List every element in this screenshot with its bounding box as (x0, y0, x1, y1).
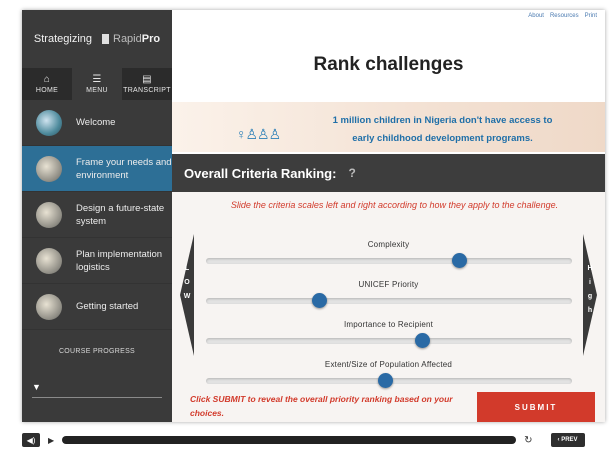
replay-icon[interactable]: ↻ (524, 435, 532, 446)
instruction-text: Slide the criteria scales left and right… (230, 200, 559, 210)
frame-needs-thumbnail (36, 155, 62, 182)
top-links: About Resources Print (528, 13, 597, 19)
sidebar-item-welcome[interactable]: Welcome (22, 100, 172, 146)
page-title: Rank challenges (313, 54, 464, 75)
prev-label: PREV (561, 437, 578, 443)
transcript-icon: ▤ (142, 74, 152, 85)
banner-line-1: 1 million children in Nigeria don't have… (332, 115, 553, 126)
prev-button[interactable]: ‹ PREV (550, 433, 585, 447)
importance-slider[interactable] (206, 333, 572, 348)
brand-pro: Pro (141, 33, 161, 45)
course-progress-bar (32, 397, 162, 398)
criterion-label: UNICEF Priority (358, 280, 419, 289)
complexity-slider[interactable] (206, 253, 572, 268)
rapidpro-logo-icon (102, 34, 109, 44)
slider-handle[interactable] (312, 293, 328, 308)
brand: Strategizing RapidPro (22, 10, 172, 68)
course-progress-toggle-icon[interactable]: ▼ (32, 382, 41, 392)
getting-started-thumbnail (36, 293, 62, 320)
banner-text: 1 million children in Nigeria don't have… (292, 112, 593, 148)
volume-icon[interactable]: ◀) (22, 433, 40, 447)
section-title: Overall Criteria Ranking: (184, 165, 337, 181)
plan-logistics-thumbnail (36, 247, 62, 274)
banner-line-2: early childhood development programs. (352, 133, 533, 144)
submit-button[interactable]: SUBMIT (477, 392, 595, 422)
nav-home-button[interactable]: ⌂ HOME (22, 68, 72, 100)
brand-text: Strategizing (33, 33, 92, 45)
brand-rapid: Rapid (113, 33, 142, 45)
design-system-thumbnail (36, 201, 62, 228)
sidebar-nav: ⌂ HOME ☰ MENU ▤ TRANSCRIPT (22, 68, 172, 100)
section-header: Overall Criteria Ranking: ? (172, 154, 605, 192)
welcome-thumbnail (36, 109, 62, 136)
unicef-priority-slider[interactable] (206, 293, 572, 308)
player-controls: ◀) ▶ ↻ ‹ PREV (22, 430, 605, 450)
low-label: LOW (183, 265, 191, 300)
prev-chevron-icon: ‹ (557, 437, 560, 443)
help-icon[interactable]: ? (348, 166, 355, 180)
sidebar: Strategizing RapidPro ⌂ HOME ☰ MENU ▤ TR… (22, 10, 172, 422)
sidebar-item-label: Getting started (76, 301, 139, 312)
nav-menu-button[interactable]: ☰ MENU (72, 68, 122, 100)
population-slider[interactable] (206, 373, 572, 388)
sidebar-item-plan-logistics[interactable]: Plan implementation logistics (22, 238, 172, 284)
home-icon: ⌂ (43, 74, 51, 85)
sidebar-item-design-system[interactable]: Design a future-state system (22, 192, 172, 238)
sidebar-item-label: Frame your needs and environment (76, 156, 172, 181)
nav-home-label: HOME (35, 87, 59, 94)
slider-handle[interactable] (451, 253, 467, 268)
main-content: About Resources Print Rank challenges ♀♙… (172, 10, 605, 422)
print-link[interactable]: Print (585, 13, 597, 19)
menu-icon: ☰ (92, 74, 102, 85)
nav-menu-label: MENU (86, 87, 108, 94)
children-figures-icon: ♀♙♙♙ (236, 126, 281, 142)
high-label: High (587, 265, 593, 314)
criterion-label: Extent/Size of Population Affected (324, 360, 453, 369)
nav-transcript-button[interactable]: ▤ TRANSCRIPT (122, 68, 172, 100)
about-link[interactable]: About (528, 13, 544, 19)
ranking-panel: Slide the criteria scales left and right… (172, 192, 605, 422)
submit-hint: Click SUBMIT to reveal the overall prior… (190, 394, 453, 418)
play-icon[interactable]: ▶ (48, 436, 54, 445)
slider-handle[interactable] (378, 373, 394, 388)
sidebar-item-label: Plan implementation logistics (76, 248, 163, 273)
stat-banner: ♀♙♙♙ 1 million children in Nigeria don't… (172, 102, 605, 152)
slider-handle[interactable] (414, 333, 430, 348)
sidebar-item-label: Design a future-state system (76, 202, 165, 227)
seek-bar[interactable] (62, 436, 517, 444)
course-progress-label: COURSE PROGRESS (58, 348, 136, 355)
sidebar-item-frame-needs[interactable]: Frame your needs and environment (22, 146, 172, 192)
criterion-label: Importance to Recipient (343, 320, 434, 329)
sidebar-item-getting-started[interactable]: Getting started (22, 284, 172, 330)
course-frame: Strategizing RapidPro ⌂ HOME ☰ MENU ▤ TR… (22, 10, 605, 422)
nav-transcript-label: TRANSCRIPT (123, 87, 171, 94)
resources-link[interactable]: Resources (550, 13, 579, 19)
sidebar-item-label: Welcome (76, 117, 116, 128)
criterion-label: Complexity (367, 240, 410, 249)
